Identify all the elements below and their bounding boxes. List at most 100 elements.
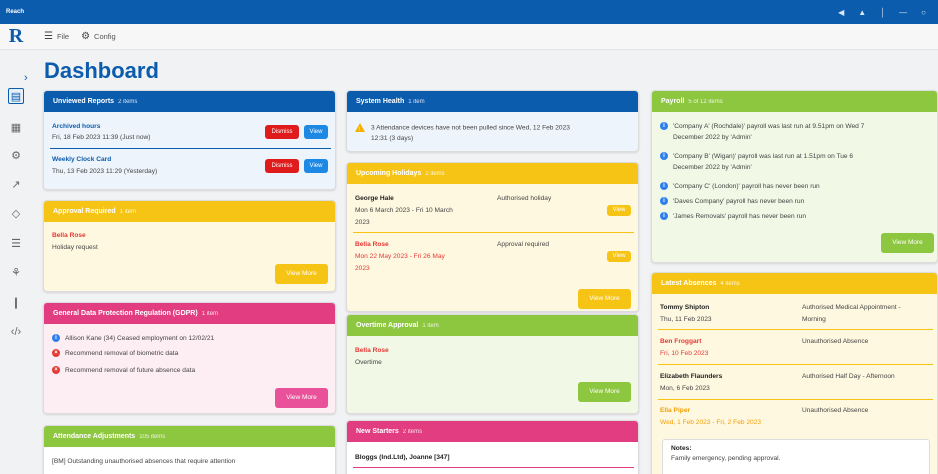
- holiday-dates: Mon 22 May 2023 - Fri 26 May: [355, 253, 445, 260]
- payroll-line: i 'Company B' (Wigan)' payroll was last r…: [660, 152, 853, 162]
- payroll-line: i 'Company A' (Rochdale)' payroll was las…: [660, 122, 864, 132]
- view-more-button[interactable]: View More: [578, 382, 631, 402]
- dismiss-button[interactable]: Dismiss: [265, 125, 299, 139]
- view-more-button[interactable]: View More: [578, 289, 631, 309]
- card-count: 105 items: [139, 433, 166, 440]
- new-starters-card: New Starters 2 items Bloggs (Ind.Ltd), J…: [346, 420, 639, 474]
- back-icon[interactable]: ◀: [838, 8, 844, 17]
- request-type: Holiday request: [52, 244, 98, 251]
- table-nav-icon[interactable]: ▦: [8, 120, 24, 136]
- card-header: Unviewed Reports 2 items: [44, 91, 335, 112]
- upcoming-holidays-card: Upcoming Holidays 2 items George Hale Mo…: [346, 162, 639, 312]
- report-date: Thu, 13 Feb 2023 11:29 (Yesterday): [52, 168, 158, 175]
- card-header: Attendance Adjustments 105 items: [44, 426, 335, 447]
- absence-date: Mon, 6 Feb 2023: [660, 385, 710, 392]
- code-nav-icon[interactable]: ‹/›: [8, 324, 24, 340]
- card-header: Approval Required 1 item: [44, 201, 335, 222]
- view-button[interactable]: View: [304, 125, 328, 139]
- tag-nav-icon[interactable]: ◇: [8, 206, 24, 222]
- employee-name[interactable]: Bella Rose: [52, 231, 86, 241]
- absence-employee[interactable]: Elizabeth Flaunders: [660, 372, 722, 382]
- holiday-dates-cont: 2023: [355, 219, 370, 226]
- notes-text: Family emergency, pending approval.: [671, 455, 781, 462]
- payroll-line: i 'Daves Company' payroll has never been …: [660, 197, 804, 207]
- view-more-button[interactable]: View More: [275, 264, 328, 284]
- card-count: 1 item: [119, 208, 136, 215]
- side-rail: › ▤ ▦ ⚙ ↗ ◇ ☰ ⚘ ❙ ‹/›: [0, 50, 32, 474]
- report-date: Fri, 18 Feb 2023 11:39 (Just now): [52, 134, 151, 141]
- config-menu[interactable]: ⚙ Config: [81, 31, 116, 42]
- document-nav-icon[interactable]: ❙: [8, 295, 24, 311]
- info-icon: i: [660, 182, 668, 191]
- absence-date: Wed, 1 Feb 2023 - Fri, 2 Feb 2023: [660, 419, 762, 426]
- info-icon: i: [660, 152, 668, 161]
- dismiss-button[interactable]: Dismiss: [265, 159, 299, 173]
- employee-name[interactable]: Bella Rose: [355, 346, 389, 356]
- card-header: System Health 1 item: [347, 91, 638, 112]
- info-icon: i: [660, 212, 668, 221]
- card-header: Overtime Approval 1 item: [347, 315, 638, 336]
- card-count: 1 item: [201, 310, 219, 317]
- request-type: Overtime: [355, 359, 382, 366]
- gdpr-line-text: Recommend removal of future absence data: [65, 367, 196, 374]
- report-name[interactable]: Weekly Clock Card: [52, 155, 111, 165]
- gdpr-line-text: Recommend removal of biometric data: [65, 350, 179, 357]
- error-icon: ×: [52, 366, 60, 375]
- dashboard-nav-icon[interactable]: ▤: [8, 88, 24, 104]
- people-nav-icon[interactable]: ⚘: [8, 265, 24, 281]
- payroll-line-text: 'James Removals' payroll has never been …: [673, 213, 806, 220]
- notification-icon[interactable]: ▲: [858, 8, 866, 17]
- view-button[interactable]: View: [304, 159, 328, 173]
- chart-nav-icon[interactable]: ↗: [8, 177, 24, 193]
- window-controls: ◀ ▲ │ — ○: [838, 0, 926, 24]
- separator-icon: │: [880, 7, 886, 17]
- app-logo: R: [8, 25, 24, 47]
- gdpr-line-text: Allison Kane (34) Ceased employment on 1…: [65, 335, 215, 342]
- card-header: Payroll 5 of 12 items: [652, 91, 937, 112]
- absence-employee[interactable]: Ella Piper: [660, 406, 690, 416]
- divider: [658, 329, 933, 330]
- expand-rail-icon[interactable]: ›: [24, 72, 28, 84]
- card-title: Payroll: [661, 98, 685, 105]
- maximize-icon[interactable]: ○: [921, 8, 926, 17]
- card-count: 1 item: [408, 98, 425, 105]
- card-title: Unviewed Reports: [53, 98, 115, 105]
- approval-required-card: Approval Required 1 item Bella Rose Holi…: [43, 200, 336, 292]
- card-title: New Starters: [356, 428, 399, 435]
- card-count: 2 items: [118, 98, 138, 105]
- hamburger-icon: ☰: [44, 31, 53, 42]
- holiday-employee[interactable]: George Hale: [355, 194, 394, 204]
- adjustment-line[interactable]: [BM] Outstanding unauthorised absences t…: [52, 457, 235, 467]
- absence-type: Unauthorised Absence: [802, 338, 869, 345]
- file-menu-label: File: [56, 32, 70, 41]
- notes-label: Notes:: [671, 445, 692, 452]
- card-title: System Health: [356, 98, 405, 105]
- view-more-button[interactable]: View More: [275, 388, 328, 408]
- view-button[interactable]: View: [607, 251, 631, 262]
- payroll-line-text: 'Daves Company' payroll has never been r…: [673, 198, 805, 205]
- card-count: 2 items: [425, 170, 445, 177]
- card-count: 4 items: [720, 280, 740, 287]
- settings-nav-icon[interactable]: ⚙: [8, 148, 24, 164]
- gear-icon: ⚙: [81, 31, 91, 42]
- view-button[interactable]: View: [607, 205, 631, 216]
- holiday-employee[interactable]: Bella Rose: [355, 240, 389, 250]
- menu-bar: R ☰ File ⚙ Config: [0, 24, 938, 50]
- new-starter-name[interactable]: Bloggs (Ind.Ltd), Joanne [347]: [355, 453, 450, 463]
- absence-employee[interactable]: Ben Froggart: [660, 337, 701, 347]
- divider: [658, 364, 933, 365]
- card-title: General Data Protection Regulation (GDPR…: [53, 310, 198, 317]
- unviewed-reports-card: Unviewed Reports 2 items Archived hours …: [43, 90, 336, 190]
- report-name[interactable]: Archived hours: [52, 122, 100, 132]
- absence-date: Fri, 10 Feb 2023: [660, 350, 709, 357]
- minimize-icon[interactable]: —: [899, 8, 907, 17]
- list-nav-icon[interactable]: ☰: [8, 236, 24, 252]
- latest-absences-card: Latest Absences 4 items Tommy Shipton Th…: [651, 272, 938, 474]
- view-more-button[interactable]: View More: [881, 233, 934, 253]
- error-icon: ×: [52, 349, 60, 358]
- file-menu[interactable]: ☰ File: [44, 31, 69, 42]
- absence-employee[interactable]: Tommy Shipton: [660, 303, 709, 313]
- payroll-line-text: 'Company B' (Wigan)' payroll was last ru…: [673, 153, 854, 160]
- card-header: Upcoming Holidays 2 items: [347, 163, 638, 184]
- payroll-line-cont: December 2022 by 'Admin': [673, 164, 752, 171]
